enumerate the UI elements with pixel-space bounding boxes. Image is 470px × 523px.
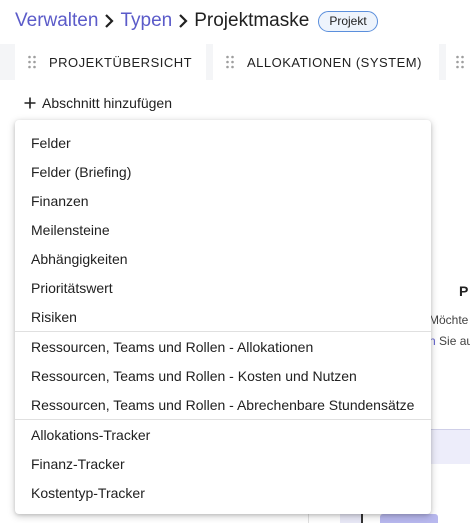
- tab-label: ALLOKATIONEN (SYSTEM): [247, 54, 422, 70]
- menu-item-abhaengigkeiten[interactable]: Abhängigkeiten: [15, 244, 431, 273]
- breadcrumb-link-verwalten[interactable]: Verwalten: [15, 10, 98, 32]
- background-heading-fragment: P: [459, 283, 469, 299]
- chevron-right-icon: [104, 14, 115, 28]
- type-badge: Projekt: [318, 10, 378, 32]
- menu-item-ressourcen-kosten-nutzen[interactable]: Ressourcen, Teams und Rollen - Kosten un…: [15, 361, 431, 390]
- menu-item-allokations-tracker[interactable]: Allokations-Tracker: [15, 420, 431, 449]
- breadcrumb: Verwalten Typen Projektmaske Projekt: [15, 8, 378, 34]
- background-bar: [340, 514, 362, 523]
- tab-allokationen-system[interactable]: ALLOKATIONEN (SYSTEM): [213, 44, 439, 80]
- add-section-button[interactable]: Abschnitt hinzufügen: [24, 93, 172, 113]
- menu-item-finanzen[interactable]: Finanzen: [15, 186, 431, 215]
- drag-handle-icon[interactable]: [225, 55, 235, 69]
- background-text-fragment: n Sie au: [429, 334, 470, 348]
- menu-item-felder[interactable]: Felder: [15, 128, 431, 157]
- menu-item-felder-briefing[interactable]: Felder (Briefing): [15, 157, 431, 186]
- tab-projektuebersicht[interactable]: PROJEKTÜBERSICHT: [15, 44, 206, 80]
- menu-item-meilensteine[interactable]: Meilensteine: [15, 215, 431, 244]
- breadcrumb-link-typen[interactable]: Typen: [120, 10, 172, 32]
- menu-item-ressourcen-allokationen[interactable]: Ressourcen, Teams und Rollen - Allokatio…: [15, 332, 431, 361]
- menu-item-ressourcen-stundensaetze[interactable]: Ressourcen, Teams und Rollen - Abrechenb…: [15, 390, 431, 419]
- chevron-right-icon: [178, 14, 188, 28]
- page-title: Projektmaske: [194, 10, 310, 31]
- menu-item-finanz-tracker[interactable]: Finanz-Tracker: [15, 449, 431, 478]
- background-panel: [431, 430, 470, 464]
- plus-icon: [24, 97, 36, 109]
- menu-item-kostentyp-tracker[interactable]: Kostentyp-Tracker: [15, 478, 431, 507]
- tab-label: PROJEKTÜBERSICHT: [49, 54, 193, 70]
- add-section-menu: Felder Felder (Briefing) Finanzen Meilen…: [15, 120, 431, 514]
- menu-item-prioritaetswert[interactable]: Prioritätswert: [15, 273, 431, 302]
- drag-handle-icon[interactable]: [27, 55, 37, 69]
- background-tick: [361, 513, 363, 523]
- background-text-fragment: Möchte: [429, 313, 469, 327]
- tab-partial[interactable]: [446, 44, 470, 80]
- background-bar: [380, 514, 438, 523]
- add-section-label: Abschnitt hinzufügen: [42, 95, 172, 111]
- menu-item-risiken[interactable]: Risiken: [15, 302, 431, 331]
- drag-handle-icon[interactable]: [455, 55, 465, 69]
